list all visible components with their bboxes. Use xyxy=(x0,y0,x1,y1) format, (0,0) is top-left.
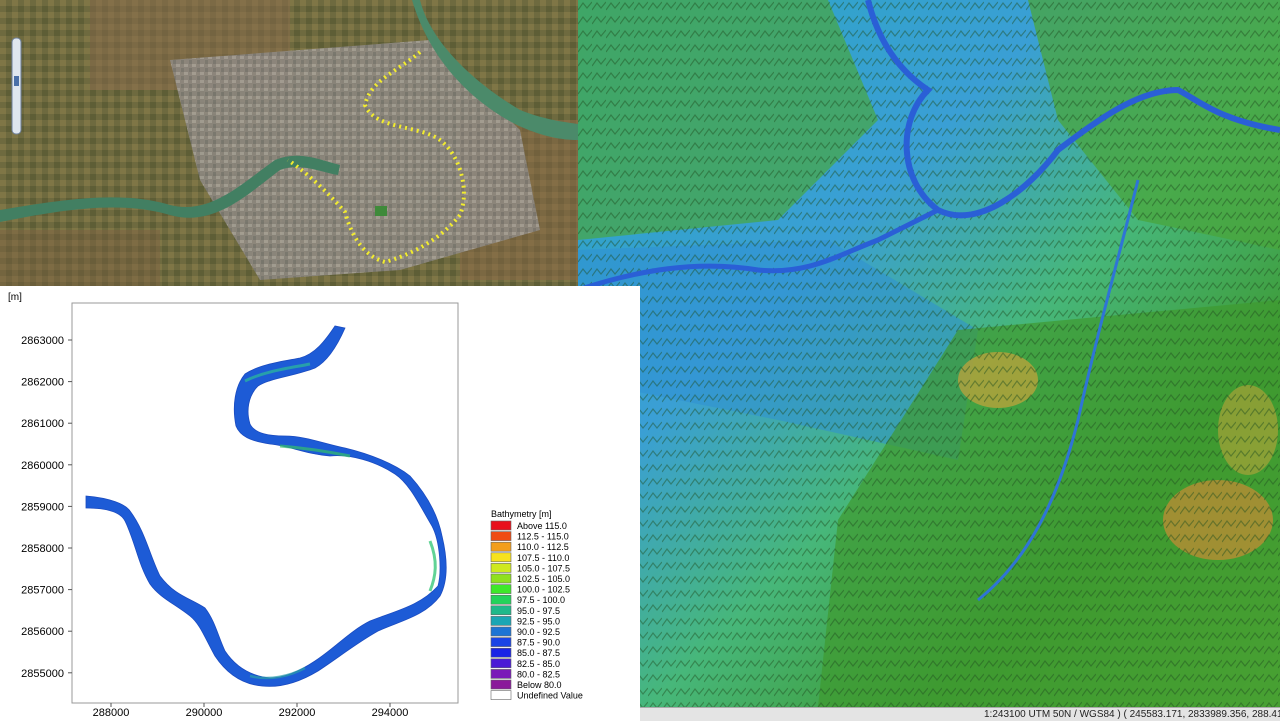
y-tick-label: 2857000 xyxy=(21,585,64,597)
legend-label: 100.0 - 102.5 xyxy=(517,585,570,595)
bathymetry-plot: [m] 2863000 2862000 2861000 2860000 2859000 2… xyxy=(0,286,640,720)
y-tick-label: 2855000 xyxy=(21,668,64,680)
legend-swatch xyxy=(490,690,512,700)
elevation-map[interactable] xyxy=(578,0,1280,707)
y-tick-label: 2856000 xyxy=(21,626,64,638)
legend-label: 105.0 - 107.5 xyxy=(517,563,570,573)
plot-area xyxy=(71,302,459,704)
legend-label: 102.5 - 105.0 xyxy=(517,574,570,584)
legend-label: 80.0 - 82.5 xyxy=(517,669,560,679)
legend-label: 112.5 - 115.0 xyxy=(517,532,569,542)
legend-swatch xyxy=(490,584,512,594)
y-tick-label: 2859000 xyxy=(21,501,64,513)
legend-swatch xyxy=(490,594,512,605)
legend-swatch xyxy=(490,637,512,647)
legend-swatch xyxy=(490,616,512,626)
legend-swatch xyxy=(490,669,512,679)
legend-swatch xyxy=(490,541,512,552)
legend-label: 85.0 - 87.5 xyxy=(517,648,560,658)
legend-swatch xyxy=(490,563,512,573)
legend-label: 92.5 - 95.0 xyxy=(517,616,560,626)
x-tick-label: 292000 xyxy=(279,707,316,719)
y-axis: 2863000 2862000 2861000 2860000 2859000 28580… xyxy=(21,335,72,680)
legend-label: 90.0 - 92.5 xyxy=(517,627,560,637)
legend-label: Undefined Value xyxy=(517,691,583,701)
satellite-map[interactable] xyxy=(0,0,578,286)
legend-label: 97.5 - 100.0 xyxy=(517,595,565,605)
legend-label: 82.5 - 85.0 xyxy=(517,659,560,669)
legend-swatch xyxy=(490,573,512,584)
legend-swatch xyxy=(490,531,512,541)
zoom-slider[interactable] xyxy=(11,36,22,136)
status-text: 1:243100 UTM 50N / WGS84 ) ( 245583.171,… xyxy=(984,709,1280,720)
legend-swatch xyxy=(490,658,512,669)
legend-label: 95.0 - 97.5 xyxy=(517,606,560,616)
x-axis: 288000 290000 292000 294000 xyxy=(93,703,409,719)
legend-swatch xyxy=(490,626,512,637)
x-tick-label: 288000 xyxy=(93,707,130,719)
y-tick-label: 2860000 xyxy=(21,460,64,472)
legend-swatch xyxy=(490,605,512,616)
legend-swatch xyxy=(490,679,512,690)
legend-label: 107.5 - 110.0 xyxy=(517,553,569,563)
legend-title: Bathymetry [m] xyxy=(491,509,552,519)
plot-unit-label: [m] xyxy=(8,292,22,303)
y-tick-label: 2858000 xyxy=(21,543,64,555)
y-tick-label: 2862000 xyxy=(21,377,64,389)
legend-label: 110.0 - 112.5 xyxy=(517,542,569,552)
legend-swatch xyxy=(490,647,512,658)
legend: Above 115.0112.5 - 115.0110.0 - 112.5107… xyxy=(490,520,583,701)
x-tick-label: 294000 xyxy=(372,707,409,719)
y-tick-label: 2863000 xyxy=(21,335,64,347)
legend-label: 87.5 - 90.0 xyxy=(517,638,560,648)
legend-swatch xyxy=(490,552,512,563)
legend-label: Above 115.0 xyxy=(517,521,567,531)
legend-swatch xyxy=(490,520,512,531)
legend-label: Below 80.0 xyxy=(517,680,562,690)
x-tick-label: 290000 xyxy=(186,707,223,719)
status-bar: 1:243100 UTM 50N / WGS84 ) ( 245583.171,… xyxy=(640,707,1280,721)
y-tick-label: 2861000 xyxy=(21,418,64,430)
